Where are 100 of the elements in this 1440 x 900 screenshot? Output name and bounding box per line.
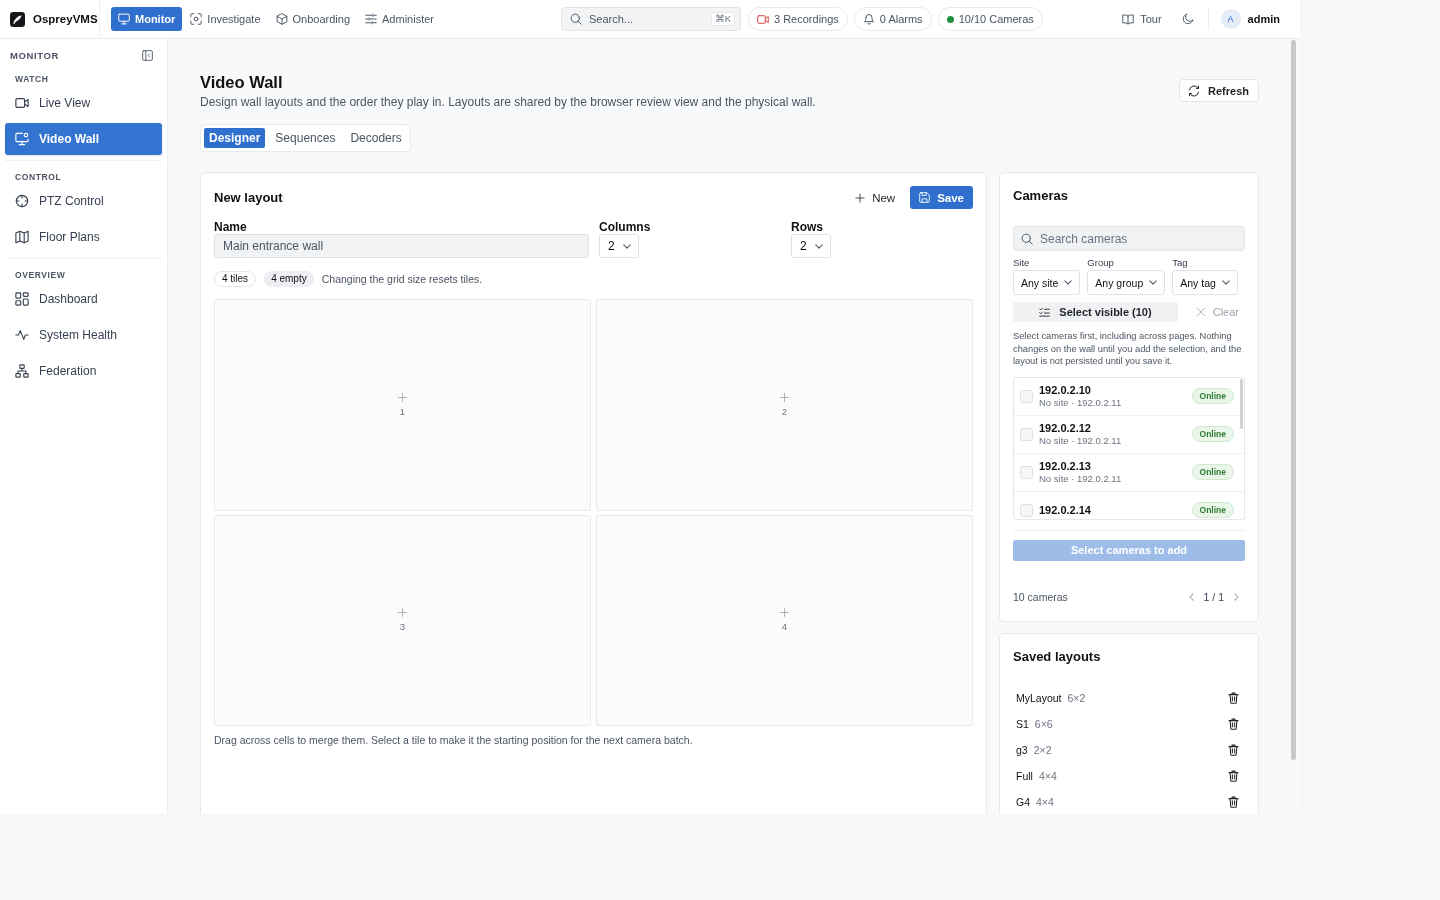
count-badge: 4 tiles	[214, 271, 257, 287]
filter-select[interactable]: Any site	[1013, 270, 1081, 295]
filter-label: Group	[1087, 257, 1115, 269]
page-subtitle: Design wall layouts and the order they play in. Layouts are shared by the browser review view and the physical wall.	[200, 94, 816, 110]
status-badge: Online	[1191, 426, 1234, 442]
tab[interactable]: Designer	[204, 128, 266, 148]
status-badge: Online	[1191, 502, 1234, 518]
camera-detail: No site · 192.0.2.11	[1039, 396, 1122, 409]
filter-label: Site	[1013, 257, 1031, 269]
checkbox[interactable]	[1020, 427, 1033, 441]
new-button[interactable]: New	[850, 186, 901, 209]
map-icon	[15, 230, 29, 244]
nav-tab[interactable]: Investigate	[183, 7, 268, 31]
chevron-down-icon	[1221, 280, 1230, 285]
checkbox[interactable]	[1020, 465, 1033, 479]
chevron-down-icon	[622, 243, 631, 249]
brand-name: OspreyVMS	[33, 13, 98, 25]
trash-icon[interactable]	[1228, 691, 1239, 704]
nav-tab[interactable]: Onboarding	[268, 7, 358, 31]
card-title: Cameras	[1013, 187, 1069, 205]
name-field[interactable]: Main entrance wall	[214, 234, 589, 258]
save-button[interactable]: Save	[910, 186, 973, 209]
tile-number: 4	[781, 621, 788, 633]
tile-number: 2	[781, 405, 788, 417]
scrollbar-thumb[interactable]	[1291, 40, 1296, 760]
save-icon	[919, 192, 931, 203]
close-icon	[1195, 307, 1206, 317]
select-visible-button[interactable]: Select visible (10)	[1013, 302, 1178, 322]
wall-tile[interactable]: 2	[596, 299, 973, 511]
layout-name[interactable]: S1	[1016, 717, 1029, 730]
sidebar-item[interactable]: PTZ Control	[5, 185, 162, 217]
plus-icon	[398, 608, 407, 618]
layout-name[interactable]: Full	[1016, 769, 1033, 782]
camera-count: 10 cameras	[1013, 590, 1068, 603]
nav-tab[interactable]: Administer	[358, 7, 441, 31]
rows-select[interactable]: 2	[791, 234, 831, 258]
layout-name[interactable]: MyLayout	[1016, 691, 1062, 704]
sidebar-item[interactable]: Floor Plans	[5, 221, 162, 253]
book-icon	[1122, 13, 1135, 25]
package-icon	[275, 13, 288, 25]
bell-icon	[862, 13, 875, 25]
filter-select[interactable]: Any tag	[1172, 270, 1238, 295]
help-text: Select cameras first, including across pages. Nothing changes on the wall until you add the selection, and the layout is not persisted until you save it.	[1013, 330, 1243, 368]
columns-select[interactable]: 2	[599, 234, 639, 258]
user-avatar[interactable]: A	[1220, 9, 1241, 29]
chevron-right-icon[interactable]	[1234, 592, 1239, 601]
sliders-icon	[365, 13, 378, 25]
trash-icon[interactable]	[1228, 717, 1239, 730]
list-check-icon	[1039, 307, 1051, 317]
wall-tile[interactable]: 4	[596, 514, 973, 726]
status-badge: Online	[1191, 464, 1234, 480]
moon-icon[interactable]	[1181, 13, 1194, 25]
sidebar-item[interactable]: Federation	[5, 355, 162, 387]
camera-name: 192.0.2.10	[1039, 383, 1092, 397]
layout-name[interactable]: g3	[1016, 743, 1028, 756]
checkbox[interactable]	[1020, 503, 1033, 517]
section-heading: WATCH	[14, 73, 50, 85]
crosshair-icon	[15, 194, 29, 208]
trash-icon[interactable]	[1228, 769, 1239, 782]
tab[interactable]: Sequences	[270, 128, 341, 148]
status-pill[interactable]: 0 Alarms	[853, 7, 932, 31]
sidebar-item[interactable]: Live View	[5, 87, 162, 119]
field-label: Columns	[599, 221, 652, 234]
camera-name: 192.0.2.14	[1039, 503, 1091, 517]
grid-note: Changing the grid size resets tiles.	[321, 273, 483, 285]
tour-button[interactable]: Tour	[1122, 13, 1162, 25]
layout-name[interactable]: G4	[1016, 795, 1030, 808]
checkbox[interactable]	[1020, 389, 1033, 403]
refresh-icon	[1188, 84, 1201, 97]
chevron-down-icon	[1064, 280, 1073, 285]
sidebar-item[interactable]: Dashboard	[5, 283, 162, 315]
section-heading: CONTROL	[14, 171, 63, 183]
sidebar-item[interactable]: Video Wall	[5, 123, 162, 155]
plus-icon	[398, 392, 407, 402]
wall-hint: Drag across cells to merge them. Select a tile to make it the starting position for the next camera batch.	[214, 734, 694, 746]
status-pill[interactable]: 3 Recordings	[748, 7, 848, 31]
tab[interactable]: Decoders	[345, 128, 407, 148]
filter-select[interactable]: Any group	[1087, 270, 1166, 295]
search-field[interactable]: Search cameras	[1013, 226, 1245, 251]
sidebar-collapse-icon[interactable]	[142, 49, 153, 61]
status-pill[interactable]: 10/10 Cameras	[937, 7, 1043, 31]
logo-icon	[10, 11, 25, 27]
count-badge: 4 empty	[264, 271, 314, 287]
section-heading: OVERVIEW	[14, 269, 67, 281]
trash-icon[interactable]	[1228, 795, 1239, 808]
shortcut-hint: ⌘K	[710, 12, 735, 26]
wall-tile[interactable]: 1	[214, 299, 591, 511]
video-camera-icon	[15, 96, 29, 110]
wall-tile[interactable]: 3	[214, 514, 591, 726]
sidebar-item[interactable]: System Health	[5, 319, 162, 351]
layout-size: 6×2	[1067, 691, 1086, 704]
nav-tab[interactable]: Monitor	[111, 7, 183, 31]
monitor-icon	[15, 132, 29, 146]
page-indicator: 1 / 1	[1203, 590, 1224, 603]
chevron-left-icon[interactable]	[1188, 592, 1194, 601]
user-name[interactable]: admin	[1247, 13, 1280, 25]
field-label: Name	[214, 221, 248, 234]
refresh-button[interactable]: Refresh	[1179, 79, 1259, 102]
trash-icon[interactable]	[1228, 743, 1239, 756]
scan-icon	[190, 13, 203, 25]
